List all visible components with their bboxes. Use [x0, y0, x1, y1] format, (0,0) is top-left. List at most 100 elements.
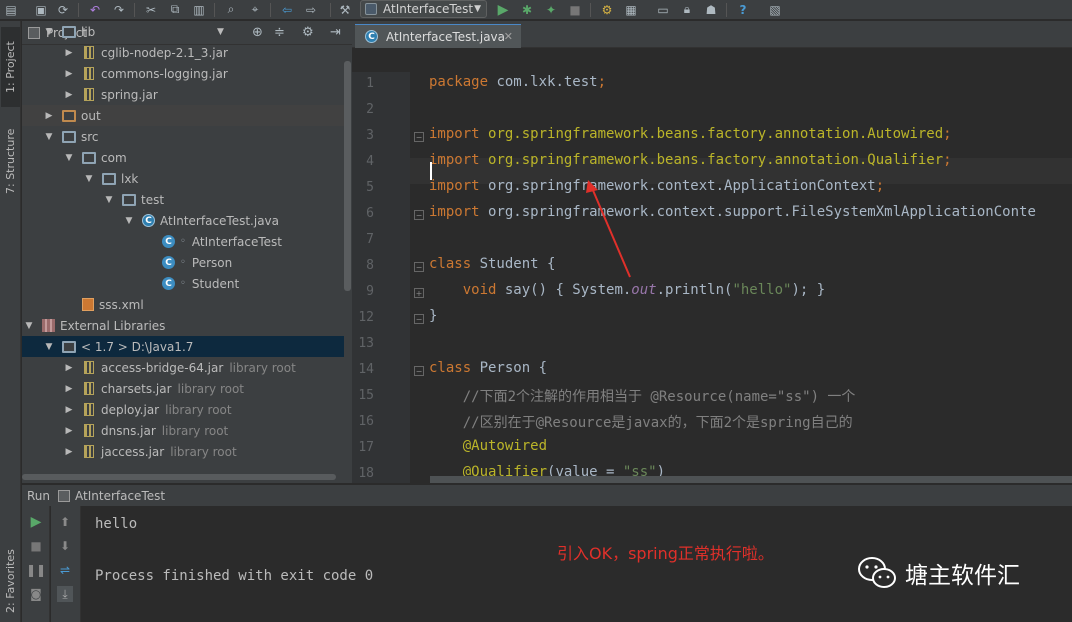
collapse-arrow-icon[interactable]: ▶ — [64, 69, 74, 79]
tab-structure[interactable]: 7: Structure — [1, 117, 20, 205]
run-configuration-select[interactable]: AtInterfaceTest ▼ — [360, 0, 487, 18]
rerun-icon[interactable]: ▶ — [28, 514, 44, 530]
console-line: Process finished with exit code 0 — [95, 568, 374, 584]
paste-icon[interactable]: ▥ — [190, 1, 208, 18]
forward-icon[interactable]: ⇨ — [302, 1, 320, 18]
android-icon[interactable]: ☗ — [702, 1, 720, 18]
expand-arrow-icon[interactable]: ▼ — [24, 321, 34, 331]
soft-wrap-icon[interactable]: ⇌ — [57, 562, 73, 578]
tree-item[interactable]: ▶ out — [22, 105, 344, 126]
fold-marker-icon[interactable]: − — [414, 314, 424, 324]
down-arrow-icon[interactable]: ⬇ — [57, 538, 73, 554]
fold-marker-icon[interactable]: − — [414, 262, 424, 272]
collapse-arrow-icon[interactable]: ▶ — [44, 111, 54, 121]
tree-item[interactable]: C ◦ Student — [22, 273, 344, 294]
tree-item[interactable]: ▼ lib — [22, 21, 344, 42]
editor-tab-atinterfacetest[interactable]: C AtInterfaceTest.java ✕ — [355, 24, 521, 48]
back-icon[interactable]: ⇦ — [278, 1, 296, 18]
tree-item[interactable]: ▼ test — [22, 189, 344, 210]
tree-item[interactable]: ▶ commons-logging.jar — [22, 63, 344, 84]
plugin-icon[interactable]: ▧ — [766, 1, 784, 18]
tree-item[interactable]: ▼ lxk — [22, 168, 344, 189]
tree-item[interactable]: ▼ External Libraries — [22, 315, 344, 336]
tab-project[interactable]: 1: Project — [1, 27, 20, 107]
collapse-arrow-icon[interactable]: ▶ — [64, 405, 74, 415]
run-icon[interactable]: ▶ — [494, 1, 512, 18]
editor-horizontal-scrollbar[interactable] — [430, 476, 1072, 483]
scroll-to-end-icon[interactable]: ⤓ — [57, 586, 73, 602]
close-icon[interactable]: ✕ — [504, 30, 513, 43]
tree-item[interactable]: ▶ dnsns.jar library root — [22, 420, 344, 441]
tree-item[interactable]: ▼ com — [22, 147, 344, 168]
tree-item[interactable]: ▶ jaccess.jar library root — [22, 441, 344, 462]
tree-item-label: jaccess.jar — [101, 444, 165, 459]
tree-item-label: < 1.7 > D:\Java1.7 — [81, 339, 194, 354]
pause-icon[interactable]: ❚❚ — [26, 562, 46, 578]
fold-marker-icon[interactable]: − — [414, 366, 424, 376]
settings-icon[interactable]: ⚙ — [598, 1, 616, 18]
line-number: 13 — [358, 336, 374, 351]
redo-icon[interactable]: ↷ — [110, 1, 128, 18]
expand-arrow-icon[interactable]: ▼ — [84, 174, 94, 184]
tab-favorites[interactable]: 2: Favorites — [1, 541, 20, 621]
debug-icon[interactable]: ✱ — [518, 1, 536, 18]
up-arrow-icon[interactable]: ⬆ — [57, 514, 73, 530]
expand-arrow-icon[interactable]: ▼ — [44, 27, 54, 37]
fold-marker-icon[interactable]: + — [414, 288, 424, 298]
editor-tab-bar: C AtInterfaceTest.java ✕ — [352, 21, 1072, 48]
project-horizontal-scrollbar[interactable] — [22, 474, 336, 480]
tree-item-suffix: library root — [170, 444, 237, 459]
console-output[interactable]: hello Process finished with exit code 0 … — [82, 506, 1072, 622]
fold-marker-icon[interactable]: − — [414, 132, 424, 142]
save-icon[interactable]: ▣ — [32, 1, 50, 18]
tree-item[interactable]: ▶ spring.jar — [22, 84, 344, 105]
project-scrollbar[interactable] — [344, 61, 351, 291]
replace-icon[interactable]: ⌖ — [246, 1, 264, 18]
collapse-arrow-icon[interactable]: ▶ — [64, 48, 74, 58]
line-number: 4 — [366, 154, 374, 169]
project-structure-icon[interactable]: ▦ — [622, 1, 640, 18]
code-line: import org.springframework.beans.factory… — [429, 152, 952, 168]
expand-arrow-icon[interactable]: ▼ — [44, 342, 54, 352]
tree-item[interactable]: C ◦ AtInterfaceTest — [22, 231, 344, 252]
tree-item[interactable]: ▶ access-bridge-64.jar library root — [22, 357, 344, 378]
tree-item[interactable]: ▶ cglib-nodep-2.1_3.jar — [22, 42, 344, 63]
stop-icon[interactable]: ■ — [28, 538, 44, 554]
find-icon[interactable]: ⌕ — [222, 1, 240, 18]
stop-icon[interactable]: ■ — [566, 1, 584, 18]
tree-item[interactable]: ▼ < 1.7 > D:\Java1.7 — [22, 336, 344, 357]
tree-item[interactable]: ▼ src — [22, 126, 344, 147]
expand-arrow-icon[interactable]: ▼ — [104, 195, 114, 205]
expand-arrow-icon[interactable]: ▼ — [64, 153, 74, 163]
expand-arrow-icon[interactable]: ▼ — [124, 216, 134, 226]
undo-icon[interactable]: ↶ — [86, 1, 104, 18]
coverage-icon[interactable]: ✦ — [542, 1, 560, 18]
tree-item[interactable]: sss.xml — [22, 294, 344, 315]
collapse-arrow-icon[interactable]: ▶ — [64, 90, 74, 100]
run-panel-config[interactable]: AtInterfaceTest — [75, 489, 165, 503]
xml-icon — [82, 298, 94, 311]
copy-icon[interactable]: ⧉ — [166, 1, 184, 18]
fold-marker-icon[interactable]: − — [414, 210, 424, 220]
collapse-arrow-icon[interactable]: ▶ — [64, 426, 74, 436]
sync-icon[interactable]: ⟳ — [54, 1, 72, 18]
expand-arrow-icon[interactable]: ▼ — [44, 132, 54, 142]
collapse-arrow-icon[interactable]: ▶ — [64, 447, 74, 457]
tree-item[interactable]: ▶ deploy.jar library root — [22, 399, 344, 420]
package-icon — [102, 172, 116, 185]
run-panel-header: Run AtInterfaceTest — [22, 484, 1072, 506]
lock-icon[interactable]: 🔒︎ — [678, 1, 696, 18]
collapse-arrow-icon[interactable]: ▶ — [64, 384, 74, 394]
build-icon[interactable]: ⚒ — [336, 1, 354, 18]
collapse-arrow-icon[interactable]: ▶ — [64, 363, 74, 373]
cut-icon[interactable]: ✂ — [142, 1, 160, 18]
sdk-icon[interactable]: ▭ — [654, 1, 672, 18]
save-all-icon[interactable]: ▤ — [2, 1, 20, 18]
tree-item[interactable]: ▼ C AtInterfaceTest.java — [22, 210, 344, 231]
code-line: package com.lxk.test; — [429, 74, 607, 90]
tree-item[interactable]: C ◦ Person — [22, 252, 344, 273]
tree-item-suffix: library root — [165, 402, 232, 417]
camera-icon[interactable]: ◙ — [28, 586, 44, 602]
help-icon[interactable]: ? — [734, 1, 752, 18]
tree-item[interactable]: ▶ charsets.jar library root — [22, 378, 344, 399]
